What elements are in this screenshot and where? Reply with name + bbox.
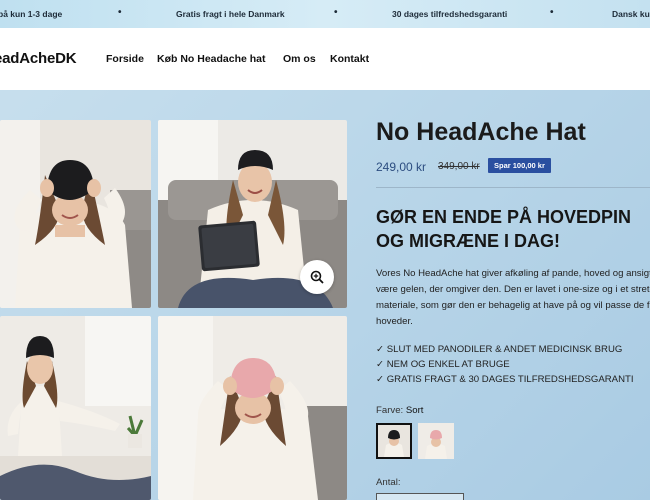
announcement-item: 30 dages tilfredshedsgaranti xyxy=(392,9,508,19)
announcement-item: Gratis fragt i hele Danmark xyxy=(176,9,285,19)
description-line: Vores No HeadAche hat giver afkøling af … xyxy=(376,268,650,279)
site-header: eadAcheDK Forside Køb No Headache hat Om… xyxy=(0,28,650,90)
description-line: hoveder. xyxy=(376,316,413,327)
description-line: være gelen, der omgiver den. Den er lave… xyxy=(376,284,650,295)
product-image-2[interactable] xyxy=(158,120,347,308)
product-image-3[interactable] xyxy=(0,316,151,500)
product-title: No HeadAche Hat xyxy=(376,118,586,146)
color-swatch-pink[interactable] xyxy=(418,423,454,459)
zoom-in-icon xyxy=(310,270,324,284)
benefit-item: ✓ NEM OG ENKEL AT BRUGE xyxy=(376,359,510,370)
divider xyxy=(376,187,650,188)
product-image-1[interactable] xyxy=(0,120,151,308)
color-label-text: Farve: xyxy=(376,405,404,416)
product-headline: GØR EN ENDE PÅ HOVEDPIN OG MIGRÆNE I DAG… xyxy=(376,205,650,253)
announcement-item: på kun 1-3 dage xyxy=(0,9,63,19)
savings-badge: Spar 100,00 kr xyxy=(488,158,551,173)
selected-color: Sort xyxy=(405,405,424,416)
benefit-item: ✓ SLUT MED PANODILER & ANDET MEDICINSK B… xyxy=(376,344,623,355)
headline-line: GØR EN ENDE PÅ HOVEDPIN xyxy=(376,207,632,227)
separator-dot: • xyxy=(334,7,338,18)
quantity-stepper[interactable] xyxy=(376,493,464,500)
current-price: 249,00 kr xyxy=(376,160,427,174)
nav-about[interactable]: Om os xyxy=(283,53,316,65)
description-line: materiale, som gør den er behagelig at h… xyxy=(376,300,650,311)
quantity-label: Antal: xyxy=(376,477,401,488)
nav-home[interactable]: Forside xyxy=(106,53,144,65)
separator-dot: • xyxy=(118,7,122,18)
original-price: 349,00 kr xyxy=(438,161,480,172)
nav-contact[interactable]: Kontakt xyxy=(330,53,369,65)
color-label: Farve: Sort xyxy=(376,405,423,416)
headline-line: OG MIGRÆNE I DAG! xyxy=(376,231,560,251)
announcement-bar: på kun 1-3 dage • Gratis fragt i hele Da… xyxy=(0,0,650,28)
benefit-item: ✓ GRATIS FRAGT & 30 DAGES TILFREDSHEDSGA… xyxy=(376,374,634,385)
color-swatch-black[interactable] xyxy=(376,423,412,459)
product-image-4[interactable] xyxy=(158,316,347,500)
announcement-item: Dansk ku xyxy=(612,9,650,19)
site-logo[interactable]: eadAcheDK xyxy=(0,50,77,67)
zoom-button[interactable] xyxy=(300,260,334,294)
nav-buy-hat[interactable]: Køb No Headache hat xyxy=(157,53,266,65)
separator-dot: • xyxy=(550,7,554,18)
